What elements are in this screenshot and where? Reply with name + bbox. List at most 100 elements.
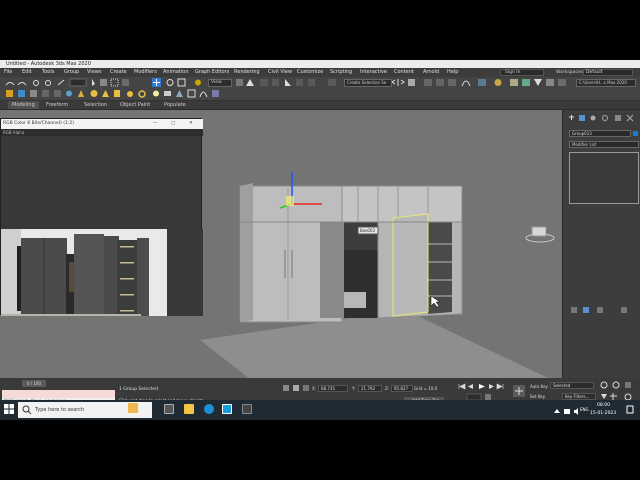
menu-tools[interactable]: Tools bbox=[42, 68, 54, 77]
helper-icon bbox=[187, 89, 196, 98]
previous-frame-icon bbox=[468, 384, 473, 389]
a360-icon bbox=[558, 79, 566, 86]
isolate-selection-icon bbox=[283, 385, 289, 391]
pin-stack-icon bbox=[571, 307, 577, 313]
z-label: Z: bbox=[385, 386, 390, 391]
tab-populate[interactable]: Populate bbox=[164, 101, 186, 109]
menu-create[interactable]: Create bbox=[110, 68, 127, 77]
menu-rendering[interactable]: Rendering bbox=[234, 68, 260, 77]
tab-modeling[interactable]: Modeling bbox=[8, 101, 39, 109]
motion-tab-icon bbox=[602, 115, 608, 121]
object-tooltip: Box003 bbox=[360, 228, 376, 233]
render-production-icon bbox=[534, 79, 542, 86]
image-channel-bar: RGB Alpha bbox=[1, 129, 203, 136]
menu-content[interactable]: Content bbox=[394, 68, 414, 77]
3dsmax-taskbar-icon[interactable] bbox=[222, 404, 232, 414]
project-folder-path[interactable]: C:\Users\H...s Max 2020 bbox=[576, 79, 636, 87]
modifier-list-dropdown[interactable]: Modifier List bbox=[569, 141, 639, 148]
menu-help[interactable]: Help bbox=[447, 68, 458, 77]
pan-view-icon bbox=[610, 393, 617, 400]
menu-civil-view[interactable]: Civil View bbox=[268, 68, 292, 77]
tab-object-paint[interactable]: Object Paint bbox=[120, 101, 150, 109]
search-placeholder: Type here to search bbox=[35, 407, 85, 413]
select-manipulate-icon bbox=[246, 79, 254, 86]
menu-interactive[interactable]: Interactive bbox=[360, 68, 387, 77]
menu-views[interactable]: Views bbox=[87, 68, 101, 77]
schematic-view-icon bbox=[478, 79, 486, 86]
minimize-icon[interactable]: — bbox=[153, 119, 158, 129]
x-label: X: bbox=[312, 386, 317, 391]
menu-customize[interactable]: Customize bbox=[297, 68, 323, 77]
select-move-icon bbox=[152, 78, 161, 87]
named-selection-set-dropdown[interactable]: Create Selection Se bbox=[344, 79, 392, 87]
menu-scripting[interactable]: Scripting bbox=[330, 68, 352, 77]
link-icon bbox=[33, 80, 39, 86]
selection-status: 1 Group Selected bbox=[119, 387, 158, 392]
menu-group[interactable]: Group bbox=[64, 68, 79, 77]
menu-modifiers[interactable]: Modifiers bbox=[134, 68, 157, 77]
go-to-end-icon bbox=[496, 383, 504, 390]
modifier-stack[interactable] bbox=[569, 152, 639, 204]
set-key-icon[interactable] bbox=[512, 384, 526, 398]
zoom-icon bbox=[600, 381, 608, 389]
spinner-snap-icon bbox=[308, 79, 315, 86]
image-window-title: RGB Color 8 Bits/Channel) (1:2) bbox=[3, 121, 74, 126]
tab-freeform[interactable]: Freeform bbox=[46, 101, 68, 109]
menu-file[interactable]: File bbox=[4, 68, 12, 77]
close-icon[interactable]: ✕ bbox=[189, 119, 193, 129]
maximize-icon[interactable]: ▢ bbox=[171, 119, 175, 129]
tab-selection[interactable]: Selection bbox=[84, 101, 107, 109]
time-slider[interactable]: 0 / 100 bbox=[22, 380, 46, 387]
cortana-app-icon[interactable] bbox=[128, 403, 138, 413]
grid-spacing: Grid = 10.0 bbox=[414, 386, 438, 391]
clock-date[interactable]: 15-01-2023 bbox=[590, 411, 616, 416]
wardrobe-model[interactable] bbox=[239, 183, 463, 323]
zoom-all-icon bbox=[612, 381, 620, 389]
show-end-result-icon bbox=[583, 307, 589, 313]
polygon-modeling-icon bbox=[30, 90, 37, 97]
reference-coordinate-dropdown[interactable]: View bbox=[208, 79, 232, 87]
x-coordinate-field[interactable]: 68.735 bbox=[318, 385, 348, 392]
transform-toggles bbox=[283, 385, 309, 391]
workspace-dropdown[interactable]: Default bbox=[583, 69, 633, 76]
menu-animation[interactable]: Animation bbox=[163, 68, 189, 77]
clock-time[interactable]: 08:00 bbox=[597, 403, 610, 408]
teapot-icon bbox=[127, 91, 133, 97]
language-indicator[interactable]: ENG bbox=[580, 407, 589, 412]
maxscript-output-line[interactable] bbox=[2, 390, 115, 398]
photos-app-icon[interactable] bbox=[242, 404, 252, 414]
file-explorer-icon[interactable] bbox=[184, 404, 194, 414]
y-coordinate-field[interactable]: 21.792 bbox=[358, 385, 382, 392]
paint-brush-icon bbox=[6, 90, 13, 97]
windows-start-icon[interactable] bbox=[4, 404, 14, 414]
notifications-icon[interactable] bbox=[626, 405, 634, 415]
auto-key-button[interactable]: Auto Key bbox=[530, 384, 548, 389]
task-view-icon[interactable] bbox=[164, 404, 174, 414]
curve-editor-icon bbox=[461, 80, 471, 87]
channel-dropdown[interactable]: RGB Alpha bbox=[3, 129, 24, 136]
menu-edit[interactable]: Edit bbox=[22, 68, 32, 77]
sign-in-dropdown[interactable]: Sign In bbox=[500, 69, 544, 76]
render-in-cloud-icon bbox=[546, 79, 554, 86]
main-toolbar: View Create Selection Se C:\Users\H...s … bbox=[0, 77, 640, 101]
object-name-field[interactable]: Group013 bbox=[569, 130, 631, 137]
key-selection-dropdown[interactable]: Selected bbox=[550, 382, 594, 389]
viewcube-icon[interactable] bbox=[525, 226, 555, 243]
object-color-swatch[interactable] bbox=[633, 131, 638, 136]
menu-graph-editors[interactable]: Graph Editors bbox=[195, 68, 229, 77]
key-filters-button[interactable]: Key Filters... bbox=[562, 393, 596, 400]
image-window-titlebar[interactable]: RGB Color 8 Bits/Channel) (1:2) — ▢ ✕ bbox=[1, 119, 203, 129]
select-rotate-icon bbox=[166, 79, 174, 86]
z-coordinate-field[interactable]: 95.827 bbox=[391, 385, 413, 392]
menu-arnold[interactable]: Arnold bbox=[423, 68, 439, 77]
reference-image-window[interactable]: RGB Color 8 Bits/Channel) (1:2) — ▢ ✕ RG… bbox=[0, 118, 203, 316]
set-key-button[interactable]: Set Key bbox=[530, 394, 545, 399]
show-hidden-icons-icon bbox=[554, 409, 560, 413]
edge-browser-icon[interactable] bbox=[204, 404, 214, 414]
command-panel-tabs bbox=[569, 114, 634, 122]
app-window: Untitled - Autodesk 3ds Max 2020 File Ed… bbox=[0, 60, 640, 420]
network-icon bbox=[564, 409, 570, 414]
zoom-extents-icon bbox=[625, 382, 631, 388]
select-by-name-icon bbox=[100, 79, 107, 86]
use-pivot-icon bbox=[236, 79, 243, 86]
